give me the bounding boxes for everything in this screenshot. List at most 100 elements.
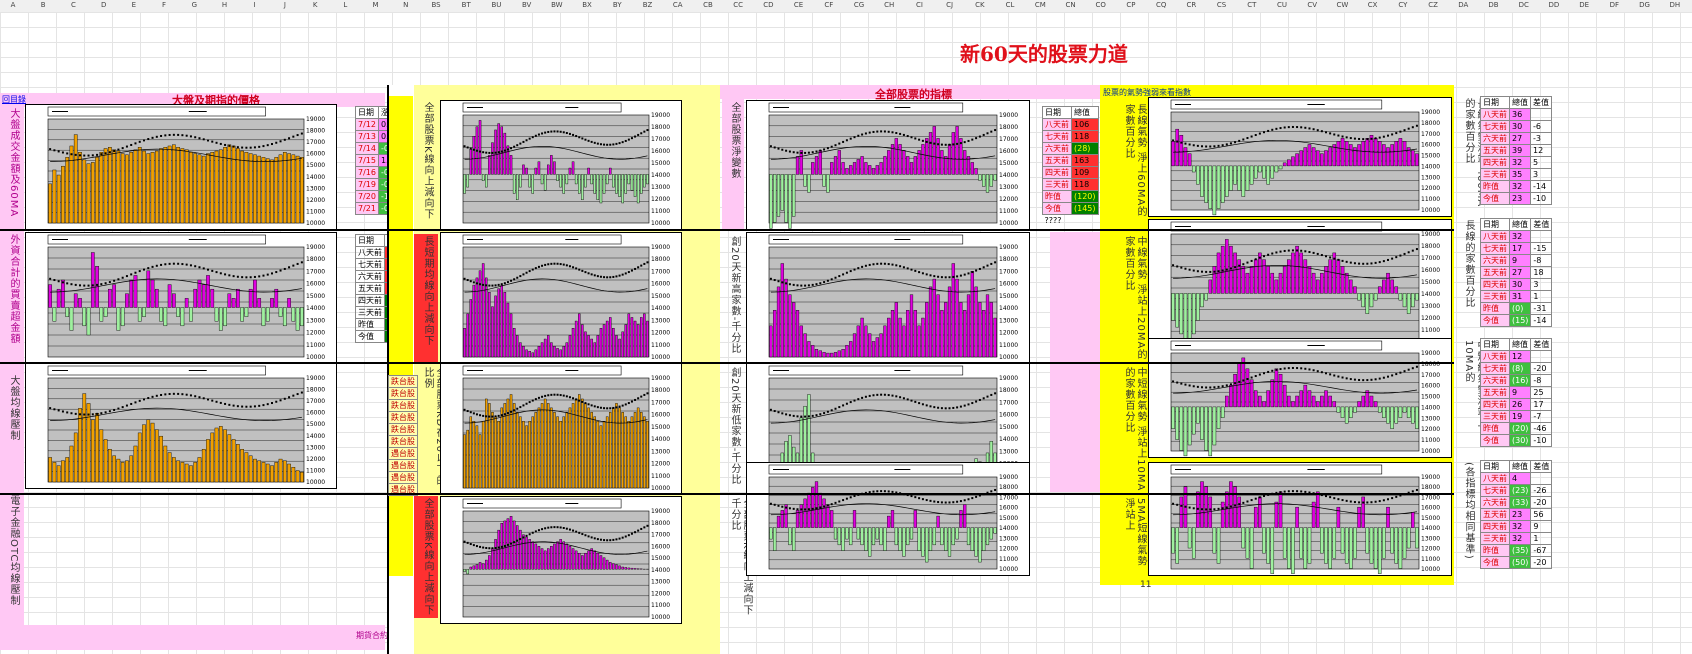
price-point xyxy=(906,398,909,401)
chart-panel-r-4: 19000 18000 17000 16000 15000 14000 13000 12000… xyxy=(1148,462,1452,576)
column-header-cp[interactable]: CP xyxy=(1118,1,1144,9)
mid-table-row: 今值 (145) xyxy=(1042,202,1099,215)
price-point xyxy=(510,410,513,413)
price-point xyxy=(959,405,962,408)
column-header-ch[interactable]: CH xyxy=(876,1,902,9)
column-header-ca[interactable]: CA xyxy=(665,1,691,9)
price-point xyxy=(100,412,103,415)
column-header-cr[interactable]: CR xyxy=(1178,1,1204,9)
column-header-da[interactable]: DA xyxy=(1450,1,1476,9)
column-header-cs[interactable]: CS xyxy=(1209,1,1235,9)
column-header-bu[interactable]: BU xyxy=(483,1,509,9)
price-point xyxy=(1387,258,1389,261)
bar xyxy=(282,152,287,224)
column-header-a[interactable]: A xyxy=(0,1,26,9)
bar xyxy=(1415,527,1419,549)
column-header-dg[interactable]: DG xyxy=(1632,1,1658,9)
price-tick-label: 17000 xyxy=(651,136,670,143)
bar xyxy=(525,349,528,358)
right-table-4-cell: 五天前 xyxy=(1480,508,1510,521)
price-point xyxy=(609,539,612,542)
bar xyxy=(1415,406,1419,429)
price-point xyxy=(994,488,997,491)
column-header-co[interactable]: CO xyxy=(1088,1,1114,9)
column-header-f[interactable]: F xyxy=(151,1,177,9)
column-header-b[interactable]: B xyxy=(30,1,56,9)
column-header-cu[interactable]: CU xyxy=(1269,1,1295,9)
column-header-by[interactable]: BY xyxy=(604,1,630,9)
column-header-ci[interactable]: CI xyxy=(906,1,932,9)
back-link[interactable]: 回目錄 xyxy=(2,94,26,105)
column-header-bz[interactable]: BZ xyxy=(635,1,661,9)
column-header-i[interactable]: I xyxy=(242,1,268,9)
price-point xyxy=(245,146,248,149)
column-header-bs[interactable]: BS xyxy=(423,1,449,9)
column-header-cy[interactable]: CY xyxy=(1390,1,1416,9)
right-table-2-header-1: 總值 xyxy=(1508,218,1532,231)
column-header-m[interactable]: M xyxy=(363,1,389,9)
column-header-cw[interactable]: CW xyxy=(1329,1,1355,9)
column-header-de[interactable]: DE xyxy=(1571,1,1597,9)
price-point xyxy=(494,547,497,550)
column-header-cv[interactable]: CV xyxy=(1299,1,1325,9)
bar xyxy=(982,174,986,187)
bar xyxy=(150,279,155,308)
price-point xyxy=(1366,501,1369,504)
bar xyxy=(466,174,469,188)
bar xyxy=(959,302,963,358)
column-header-cm[interactable]: CM xyxy=(1027,1,1053,9)
column-header-cj[interactable]: CJ xyxy=(937,1,963,9)
column-header-l[interactable]: L xyxy=(332,1,358,9)
price-point xyxy=(773,503,776,506)
column-header-cg[interactable]: CG xyxy=(846,1,872,9)
column-header-cf[interactable]: CF xyxy=(816,1,842,9)
column-header-bv[interactable]: BV xyxy=(514,1,540,9)
column-header-cz[interactable]: CZ xyxy=(1420,1,1446,9)
column-header-df[interactable]: DF xyxy=(1601,1,1627,9)
column-header-d[interactable]: D xyxy=(91,1,117,9)
price-point xyxy=(479,150,482,153)
price-point xyxy=(1358,501,1361,504)
column-header-cd[interactable]: CD xyxy=(755,1,781,9)
price-point xyxy=(1234,382,1237,385)
column-header-dh[interactable]: DH xyxy=(1662,1,1688,9)
price-point xyxy=(469,411,472,414)
bar xyxy=(189,152,193,224)
column-header-h[interactable]: H xyxy=(212,1,238,9)
column-header-ce[interactable]: CE xyxy=(786,1,812,9)
column-header-dd[interactable]: DD xyxy=(1541,1,1567,9)
column-header-j[interactable]: J xyxy=(272,1,298,9)
column-header-bt[interactable]: BT xyxy=(453,1,479,9)
bar xyxy=(300,307,304,327)
column-header-db[interactable]: DB xyxy=(1481,1,1507,9)
column-header-cb[interactable]: CB xyxy=(695,1,721,9)
column-header-k[interactable]: K xyxy=(302,1,328,9)
price-point xyxy=(232,404,235,407)
price-point xyxy=(1333,374,1336,377)
bar xyxy=(534,543,538,570)
bar xyxy=(491,548,494,570)
column-header-g[interactable]: G xyxy=(181,1,207,9)
price-point xyxy=(266,144,269,147)
column-header-cl[interactable]: CL xyxy=(997,1,1023,9)
bar xyxy=(1402,141,1407,167)
price-tick-label: 13000 xyxy=(999,317,1018,324)
column-header-dc[interactable]: DC xyxy=(1511,1,1537,9)
column-header-cc[interactable]: CC xyxy=(725,1,751,9)
bar xyxy=(639,174,643,194)
column-header-c[interactable]: C xyxy=(60,1,86,9)
price-point xyxy=(596,406,599,409)
column-header-ck[interactable]: CK xyxy=(967,1,993,9)
price-point xyxy=(479,414,482,417)
column-header-bw[interactable]: BW xyxy=(544,1,570,9)
price-point xyxy=(796,151,799,154)
column-header-bx[interactable]: BX xyxy=(574,1,600,9)
column-header-cx[interactable]: CX xyxy=(1360,1,1386,9)
column-header-cq[interactable]: CQ xyxy=(1148,1,1174,9)
bar xyxy=(1315,279,1320,294)
column-header-e[interactable]: E xyxy=(121,1,147,9)
column-header-n[interactable]: N xyxy=(393,1,419,9)
column-header-cn[interactable]: CN xyxy=(1058,1,1084,9)
price-point xyxy=(541,132,544,135)
column-header-ct[interactable]: CT xyxy=(1239,1,1265,9)
